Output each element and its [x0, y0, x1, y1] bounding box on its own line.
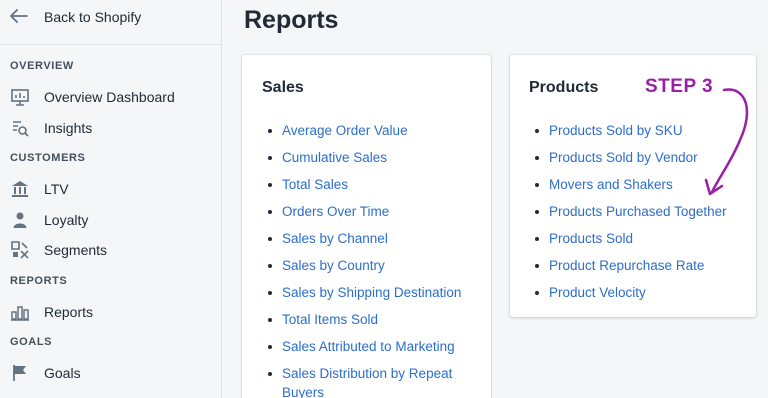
report-link[interactable]: Sales by Country	[282, 258, 385, 273]
sidebar-item-segments[interactable]: Segments	[10, 238, 107, 262]
sidebar-item-label: Segments	[44, 242, 108, 258]
list-item: Sales by Channel	[262, 225, 482, 252]
annotation-arrow-icon	[704, 88, 749, 196]
insights-icon	[10, 118, 30, 138]
list-item: Products Sold	[529, 225, 749, 252]
sidebar: Back to Shopify OVERVIEW Overview Dashbo…	[0, 0, 222, 398]
report-link[interactable]: Total Sales	[282, 177, 348, 192]
sidebar-item-label: Reports	[44, 304, 94, 320]
list-item: Orders Over Time	[262, 198, 482, 225]
person-icon	[10, 210, 30, 230]
list-item: Products Purchased Together	[529, 198, 749, 225]
report-link[interactable]: Orders Over Time	[282, 204, 389, 219]
sidebar-item-goals[interactable]: Goals	[10, 361, 81, 385]
report-link[interactable]: Total Items Sold	[282, 312, 378, 327]
page-title: Reports	[244, 6, 339, 34]
list-item: Sales Distribution by Repeat Buyers	[262, 360, 482, 398]
bar-chart-icon	[10, 302, 30, 322]
report-link[interactable]: Product Velocity	[549, 285, 646, 300]
back-to-shopify-link[interactable]: Back to Shopify	[10, 6, 141, 28]
segments-icon	[10, 240, 30, 260]
section-overview: OVERVIEW	[10, 60, 74, 72]
sidebar-item-label: Insights	[44, 120, 93, 136]
report-link[interactable]: Products Sold by Vendor	[549, 150, 698, 165]
back-label: Back to Shopify	[44, 9, 142, 25]
sidebar-item-loyalty[interactable]: Loyalty	[10, 208, 88, 232]
list-item: Sales by Shipping Destination	[262, 279, 482, 306]
list-item: Sales by Country	[262, 252, 482, 279]
sidebar-item-label: LTV	[44, 181, 69, 197]
sidebar-item-overview-dashboard[interactable]: Overview Dashboard	[10, 85, 175, 109]
sidebar-item-insights[interactable]: Insights	[10, 116, 92, 140]
sidebar-item-ltv[interactable]: LTV	[10, 177, 69, 201]
card-title: Products	[529, 79, 599, 96]
section-reports: REPORTS	[10, 275, 68, 287]
report-link[interactable]: Sales Distribution by Repeat Buyers	[282, 366, 452, 398]
section-goals: GOALS	[10, 336, 53, 348]
report-link[interactable]: Average Order Value	[282, 123, 408, 138]
sidebar-item-label: Goals	[44, 365, 81, 381]
list-item: Sales Attributed to Marketing	[262, 333, 482, 360]
list-item: Product Velocity	[529, 279, 749, 306]
report-link[interactable]: Products Sold by SKU	[549, 123, 683, 138]
bank-icon	[10, 179, 30, 199]
dashboard-icon	[10, 87, 30, 107]
sales-report-list: Average Order Value Cumulative Sales Tot…	[262, 117, 482, 398]
divider	[0, 44, 222, 45]
report-link[interactable]: Movers and Shakers	[549, 177, 673, 192]
card-title: Sales	[262, 79, 304, 96]
report-link[interactable]: Sales by Channel	[282, 231, 388, 246]
list-item: Total Items Sold	[262, 306, 482, 333]
arrow-left-icon	[10, 7, 32, 28]
report-link[interactable]: Product Repurchase Rate	[549, 258, 704, 273]
list-item: Cumulative Sales	[262, 144, 482, 171]
sidebar-item-reports[interactable]: Reports	[10, 300, 93, 324]
list-item: Product Repurchase Rate	[529, 252, 749, 279]
report-link[interactable]: Sales by Shipping Destination	[282, 285, 461, 300]
report-link[interactable]: Products Sold	[549, 231, 633, 246]
sidebar-item-label: Loyalty	[44, 212, 89, 228]
report-link[interactable]: Cumulative Sales	[282, 150, 387, 165]
section-customers: CUSTOMERS	[10, 152, 86, 164]
list-item: Average Order Value	[262, 117, 482, 144]
list-item: Total Sales	[262, 171, 482, 198]
report-link-products-purchased-together[interactable]: Products Purchased Together	[549, 204, 727, 219]
flag-icon	[10, 363, 30, 383]
report-link[interactable]: Sales Attributed to Marketing	[282, 339, 455, 354]
sidebar-item-label: Overview Dashboard	[44, 89, 175, 105]
sales-card: Sales Average Order Value Cumulative Sal…	[242, 55, 491, 398]
